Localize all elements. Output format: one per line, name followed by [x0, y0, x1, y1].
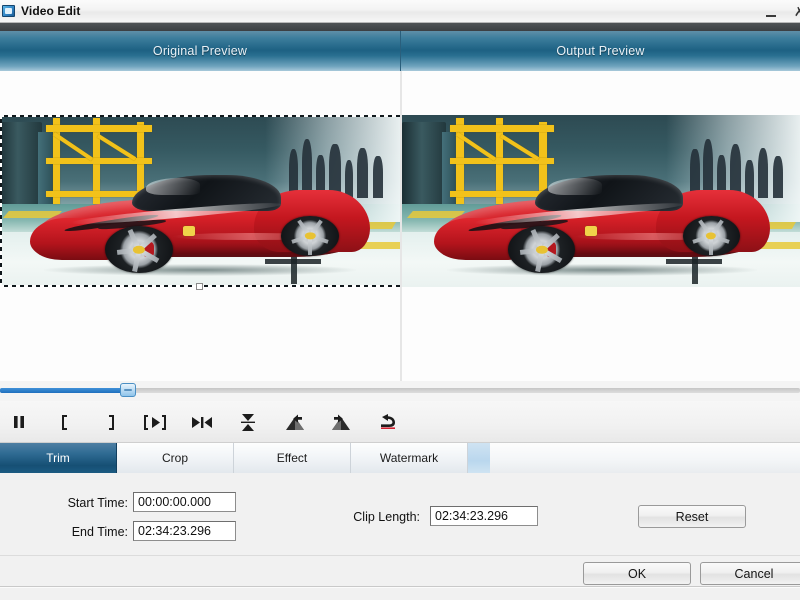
pause-icon [12, 414, 26, 430]
start-time-input[interactable]: 00:00:00.000 [133, 492, 236, 512]
tab-bar-filler [490, 443, 800, 473]
window-title: Video Edit [21, 0, 80, 23]
rotate-left-icon [284, 413, 306, 432]
minimize-button[interactable] [766, 6, 779, 17]
bracket-left-icon [59, 414, 71, 431]
seek-bar-container [0, 381, 800, 401]
transport-toolbar: 00:24:55 / 02:34:23 [0, 401, 800, 443]
snapshot-button[interactable] [182, 407, 220, 437]
play-in-brackets-icon [142, 414, 168, 431]
play-clip-button[interactable] [136, 407, 174, 437]
tab-watermark-label: Watermark [380, 451, 438, 465]
editor-tab-bar: Trim Crop Effect Watermark [0, 443, 800, 473]
seek-thumb[interactable] [120, 383, 136, 397]
end-time-input[interactable]: 02:34:23.296 [133, 521, 236, 541]
rotate-left-button[interactable] [276, 407, 314, 437]
window-controls: ✗ [766, 0, 800, 23]
rotate-right-button[interactable] [322, 407, 360, 437]
cancel-button[interactable]: Cancel [700, 562, 800, 585]
header-top-rule [0, 23, 800, 31]
bracket-right-icon [105, 414, 117, 431]
flip-vertical-button[interactable] [229, 407, 267, 437]
seek-fill [0, 388, 128, 393]
ok-button[interactable]: OK [583, 562, 691, 585]
rotate-right-icon [330, 413, 352, 432]
clip-length-input[interactable]: 02:34:23.296 [430, 506, 538, 526]
tab-trim-label: Trim [46, 451, 70, 465]
tab-bar-accent [468, 443, 490, 473]
set-start-button[interactable] [46, 407, 84, 437]
tab-effect-label: Effect [277, 451, 307, 465]
output-preview-label: Output Preview [556, 44, 644, 58]
title-bar: Video Edit ✗ [0, 0, 800, 23]
undo-arrow-icon [377, 413, 399, 431]
footer-divider-highlight [0, 587, 800, 588]
ok-button-label: OK [628, 567, 646, 581]
video-file-icon [1, 3, 17, 19]
tab-watermark[interactable]: Watermark [351, 443, 468, 473]
ferrari-car [30, 167, 369, 274]
output-video-frame [402, 115, 800, 287]
ferrari-car-output [434, 167, 770, 274]
start-time-label: Start Time: [28, 494, 128, 512]
undo-button[interactable] [369, 407, 407, 437]
set-end-button[interactable] [92, 407, 130, 437]
dialog-footer: OK Cancel [0, 555, 800, 600]
skip-previous-icon [189, 414, 213, 431]
reset-button[interactable]: Reset [638, 505, 746, 528]
flip-vertical-icon [239, 413, 257, 432]
tab-crop-label: Crop [162, 451, 188, 465]
cancel-button-label: Cancel [735, 567, 774, 581]
tab-crop[interactable]: Crop [117, 443, 234, 473]
output-preview-pane[interactable] [400, 71, 800, 381]
pause-button[interactable] [0, 407, 38, 437]
preview-header-strip: Original Preview Output Preview [0, 23, 800, 71]
tab-trim[interactable]: Trim [0, 443, 117, 473]
original-preview-header: Original Preview [0, 31, 400, 71]
original-preview-pane[interactable] [0, 71, 400, 381]
preview-area [0, 71, 800, 381]
original-preview-label: Original Preview [153, 44, 247, 58]
tab-effect[interactable]: Effect [234, 443, 351, 473]
maximize-button[interactable]: ✗ [793, 0, 800, 23]
video-edit-window: Video Edit ✗ Original Preview Output Pre… [0, 0, 800, 600]
output-preview-header: Output Preview [400, 31, 800, 71]
reset-button-label: Reset [676, 510, 709, 524]
original-video-frame [0, 115, 400, 287]
end-time-label: End Time: [28, 523, 128, 541]
clip-length-label: Clip Length: [330, 508, 420, 526]
trim-settings-panel: Start Time: 00:00:00.000 End Time: 02:34… [0, 473, 800, 555]
